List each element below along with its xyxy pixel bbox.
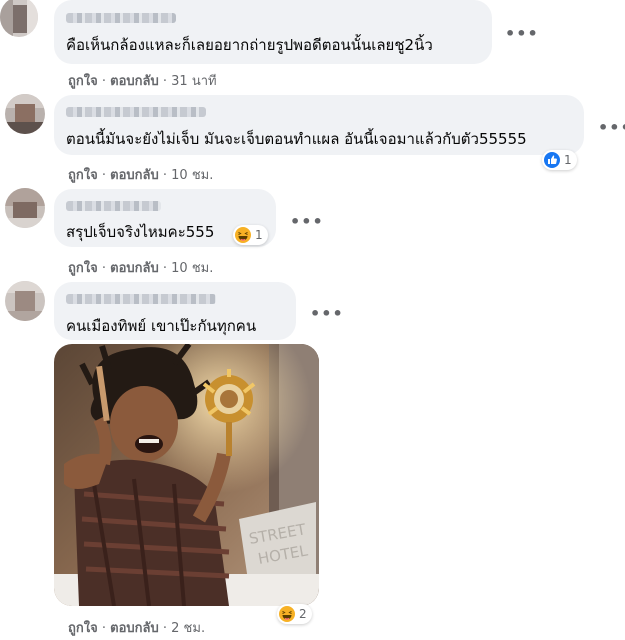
reaction-count: 1: [255, 228, 263, 242]
commenter-name[interactable]: [66, 201, 161, 211]
separator: ·: [101, 621, 106, 636]
more-options-icon[interactable]: •••: [290, 212, 324, 231]
separator: ·: [162, 621, 168, 636]
separator: ·: [101, 168, 106, 183]
separator: ·: [101, 74, 106, 89]
comment-bubble: ตอนนี้มันจะยังไม่เจ็บ มันจะเจ็บตอนทำแผล …: [54, 95, 584, 155]
reaction-count: 1: [564, 153, 572, 167]
reaction-badge[interactable]: 1: [542, 150, 577, 170]
more-options-icon[interactable]: •••: [505, 24, 539, 43]
separator: ·: [162, 74, 168, 89]
like-icon: [544, 152, 560, 168]
avatar[interactable]: [5, 94, 45, 134]
timestamp[interactable]: 2 ชม.: [171, 621, 205, 636]
reply-link[interactable]: ตอบกลับ: [110, 74, 159, 89]
separator: ·: [162, 261, 168, 276]
photo-illustration: STREET HOTEL: [54, 344, 319, 606]
separator: ·: [101, 261, 106, 276]
comment-bubble: คนเมืองทิพย์ เขาเป๊ะกันทุกคน: [54, 282, 296, 340]
commenter-name[interactable]: [66, 107, 206, 117]
more-options-icon[interactable]: •••: [310, 304, 344, 323]
like-link[interactable]: ถูกใจ: [68, 261, 98, 276]
like-link[interactable]: ถูกใจ: [68, 74, 98, 89]
reply-link[interactable]: ตอบกลับ: [110, 261, 159, 276]
reaction-badge[interactable]: 1: [233, 225, 268, 245]
commenter-name[interactable]: [66, 13, 176, 23]
reaction-count: 2: [299, 607, 307, 621]
comment-text: คนเมืองทิพย์ เขาเป๊ะกันทุกคน: [66, 317, 257, 335]
separator: ·: [162, 168, 168, 183]
timestamp[interactable]: 10 ชม.: [171, 261, 213, 276]
reaction-badge[interactable]: 2: [277, 604, 312, 624]
reply-link[interactable]: ตอบกลับ: [110, 168, 159, 183]
commenter-name[interactable]: [66, 294, 216, 304]
reply-link[interactable]: ตอบกลับ: [110, 621, 159, 636]
haha-icon: [279, 606, 295, 622]
more-options-icon[interactable]: •••: [598, 118, 625, 137]
avatar[interactable]: [5, 281, 45, 321]
like-link[interactable]: ถูกใจ: [68, 621, 98, 636]
like-link[interactable]: ถูกใจ: [68, 168, 98, 183]
timestamp[interactable]: 31 นาที: [171, 74, 216, 89]
avatar[interactable]: [5, 188, 45, 228]
comment-text: คือเห็นกล้องแหละก็เลยอยากถ่ายรูปพอดีตอนน…: [66, 36, 433, 54]
comment-photo[interactable]: STREET HOTEL: [54, 344, 319, 606]
comment-text: สรุปเจ็บจริงไหมคะ555: [66, 223, 215, 241]
timestamp[interactable]: 10 ชม.: [171, 168, 213, 183]
comment-text: ตอนนี้มันจะยังไม่เจ็บ มันจะเจ็บตอนทำแผล …: [66, 130, 527, 148]
comment-bubble: คือเห็นกล้องแหละก็เลยอยากถ่ายรูปพอดีตอนน…: [54, 0, 492, 64]
avatar[interactable]: [0, 0, 38, 37]
haha-icon: [235, 227, 251, 243]
